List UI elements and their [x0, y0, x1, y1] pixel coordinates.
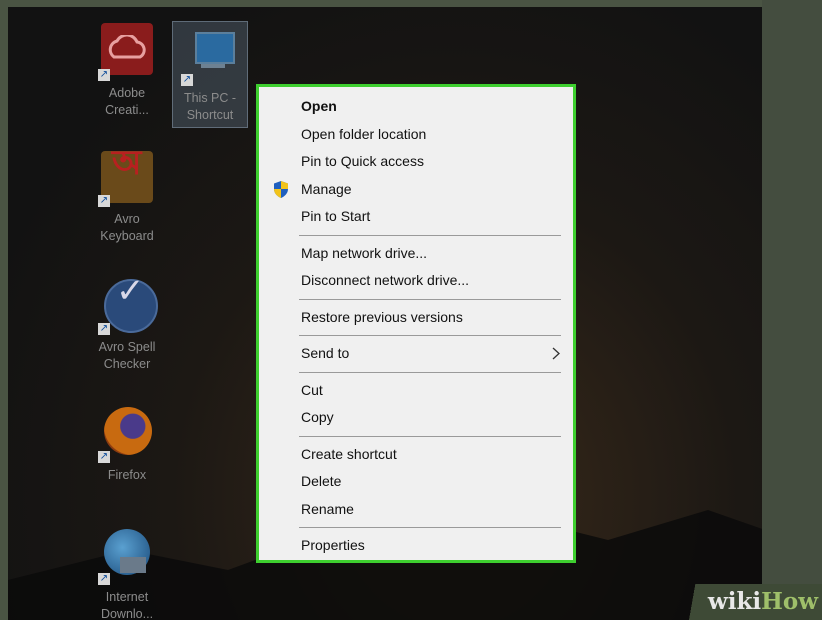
- context-menu: Open Open folder location Pin to Quick a…: [256, 84, 576, 563]
- menu-item-label: Create shortcut: [301, 445, 397, 462]
- menu-item-manage[interactable]: Manage: [259, 176, 573, 204]
- shortcut-arrow-icon: ↗: [98, 323, 110, 335]
- menu-item-disconnect-network-drive[interactable]: Disconnect network drive...: [259, 267, 573, 295]
- shortcut-arrow-icon: ↗: [181, 74, 193, 86]
- menu-separator: [299, 527, 561, 528]
- desktop-icon-label: Internet Downlo...: [100, 590, 154, 620]
- menu-item-rename[interactable]: Rename: [259, 496, 573, 524]
- menu-item-label: Manage: [301, 180, 352, 197]
- menu-separator: [299, 298, 561, 300]
- desktop-icon-label: Avro Keyboard: [100, 212, 154, 243]
- wikihow-watermark: wikiHow: [670, 584, 822, 620]
- this-pc-icon: ↗: [181, 28, 239, 86]
- menu-item-open-folder-location[interactable]: Open folder location: [259, 121, 573, 149]
- menu-item-label: Copy: [301, 409, 334, 425]
- menu-item-pin-to-start[interactable]: Pin to Start: [259, 203, 573, 231]
- menu-item-cut[interactable]: Cut: [259, 377, 573, 405]
- firefox-icon: ↗: [98, 405, 156, 463]
- shortcut-arrow-icon: ↗: [98, 451, 110, 463]
- menu-item-delete[interactable]: Delete: [259, 468, 573, 496]
- desktop-icon-internet-download[interactable]: ↗ Internet Downlo...: [90, 527, 164, 620]
- menu-item-restore-previous-versions[interactable]: Restore previous versions: [259, 304, 573, 332]
- watermark-wiki: wiki: [707, 588, 762, 615]
- shortcut-arrow-icon: ↗: [98, 195, 110, 207]
- shortcut-arrow-icon: ↗: [98, 69, 110, 81]
- desktop-icon-label: Firefox: [107, 468, 147, 482]
- menu-item-label: Map network drive...: [301, 244, 428, 261]
- desktop-icon-label: Adobe Creati...: [105, 86, 149, 117]
- menu-item-create-shortcut[interactable]: Create shortcut: [259, 441, 573, 469]
- desktop-icon-firefox[interactable]: ↗ Firefox: [90, 405, 164, 484]
- desktop-icon-avro-keyboard[interactable]: অ ↗ Avro Keyboard: [90, 146, 164, 245]
- desktop-icon-label: Avro Spell Checker: [98, 340, 156, 371]
- menu-item-label: Pin to Start: [301, 208, 371, 224]
- right-frame: [762, 0, 822, 620]
- menu-item-label: Restore previous versions: [301, 308, 463, 325]
- menu-item-label: Properties: [301, 537, 365, 553]
- menu-separator: [299, 435, 561, 437]
- menu-item-open[interactable]: Open: [259, 93, 573, 121]
- menu-item-copy[interactable]: Copy: [259, 404, 573, 432]
- menu-item-label: Pin to Quick access: [301, 153, 424, 169]
- menu-item-send-to[interactable]: Send to: [259, 340, 573, 368]
- avro-keyboard-icon: অ ↗: [98, 146, 156, 207]
- menu-item-label: Disconnect network drive...: [301, 272, 470, 288]
- menu-separator: [299, 335, 561, 336]
- desktop-icon-adobe[interactable]: ↗ Adobe Creati...: [90, 23, 164, 119]
- menu-item-pin-to-quick-access[interactable]: Pin to Quick access: [259, 148, 573, 176]
- menu-separator: [299, 234, 561, 236]
- chevron-right-icon: [551, 340, 561, 376]
- desktop-icon-this-pc[interactable]: ↗ This PC - Shortcut: [172, 21, 248, 128]
- desktop-icon-label: This PC - Shortcut: [183, 91, 237, 122]
- left-frame: [0, 0, 8, 620]
- menu-item-label: Send to: [301, 345, 350, 361]
- menu-item-label: Rename: [301, 500, 354, 517]
- menu-item-map-network-drive[interactable]: Map network drive...: [259, 240, 573, 268]
- uac-shield-icon: [274, 180, 288, 198]
- menu-item-properties[interactable]: Properties: [259, 532, 573, 560]
- watermark-how: How: [761, 588, 818, 615]
- adobe-creative-cloud-icon: ↗: [98, 23, 156, 81]
- avro-spell-checker-icon: ✓ ↗: [98, 274, 158, 335]
- menu-item-label: Open folder location: [301, 125, 427, 142]
- menu-item-label: Open: [301, 98, 337, 114]
- menu-item-label: Cut: [301, 381, 323, 398]
- internet-download-icon: ↗: [98, 527, 156, 585]
- menu-separator: [299, 371, 561, 373]
- desktop-icon-avro-spell-checker[interactable]: ✓ ↗ Avro Spell Checker: [86, 274, 168, 373]
- shortcut-arrow-icon: ↗: [98, 573, 110, 585]
- top-frame: [0, 0, 822, 7]
- menu-item-label: Delete: [301, 473, 342, 489]
